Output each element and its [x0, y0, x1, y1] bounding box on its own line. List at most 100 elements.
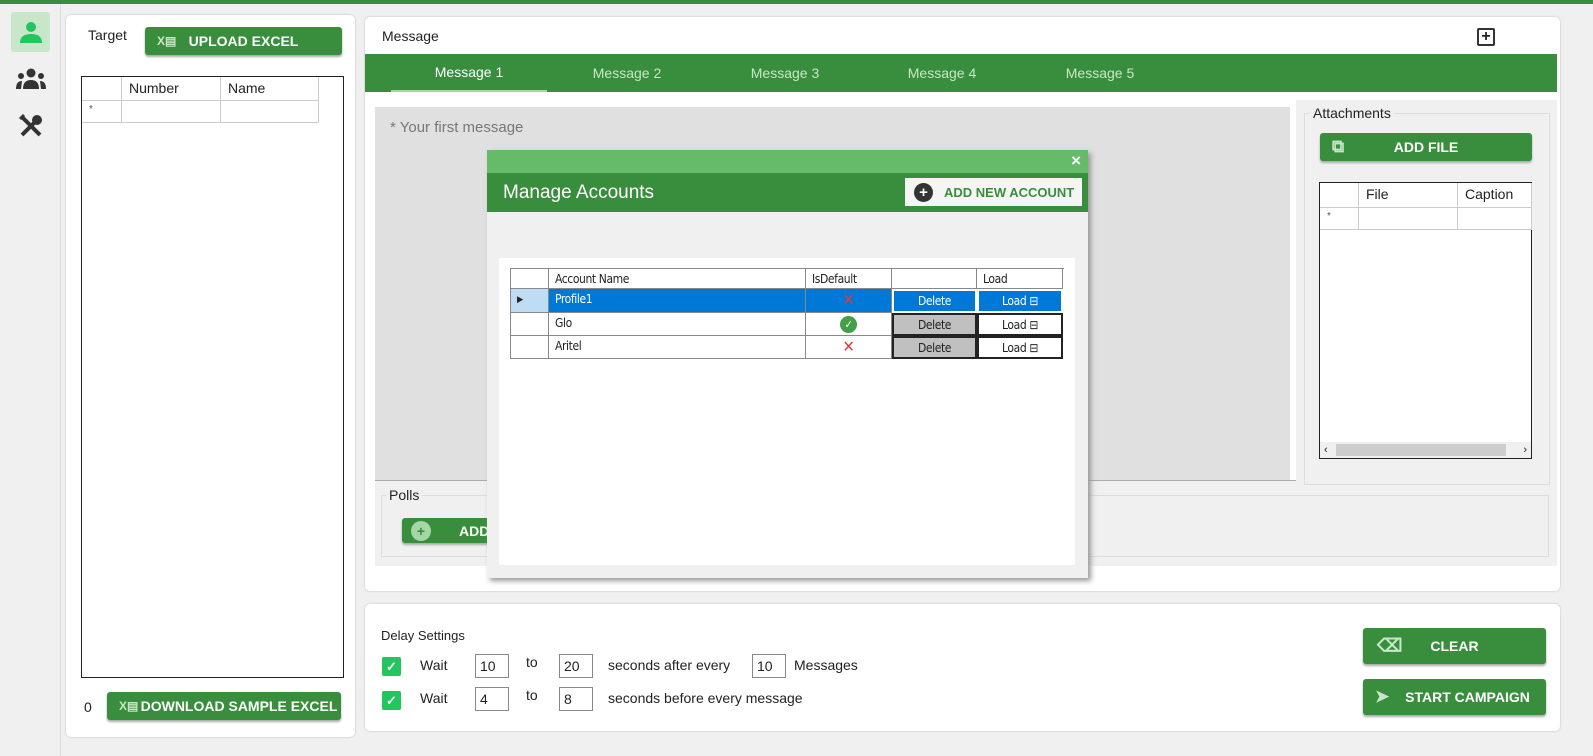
- account-name-cell[interactable]: Glo: [549, 313, 806, 336]
- per-message-max-input[interactable]: 8: [559, 687, 593, 711]
- to-label: to: [526, 687, 538, 703]
- delay-max-seconds-input[interactable]: 20: [559, 654, 593, 678]
- scrollbar-thumb[interactable]: [1336, 444, 1506, 456]
- tab-message-1[interactable]: Message 1: [391, 54, 547, 92]
- delete-account-button[interactable]: Delete: [892, 313, 977, 336]
- dialog-title: Manage Accounts: [503, 182, 655, 203]
- per-message-min-input[interactable]: 4: [475, 687, 509, 711]
- row-header[interactable]: [511, 336, 549, 359]
- add-file-button[interactable]: ⧉ ADD FILE: [1320, 133, 1532, 161]
- start-campaign-button[interactable]: ➤ START CAMPAIGN: [1363, 679, 1546, 715]
- new-row-name-cell[interactable]: [221, 101, 319, 123]
- start-campaign-label: START CAMPAIGN: [1405, 689, 1530, 705]
- column-header-number[interactable]: Number: [122, 77, 221, 101]
- clear-button[interactable]: ⌫ CLEAR: [1363, 628, 1546, 664]
- account-name-cell[interactable]: Aritel: [549, 336, 806, 359]
- default-check-icon: ✓: [840, 315, 857, 333]
- contact-count: 0: [84, 699, 92, 715]
- add-new-account-button[interactable]: + ADD NEW ACCOUNT: [905, 178, 1082, 206]
- is-default-cell[interactable]: ✓: [806, 313, 892, 336]
- load-icon: ⊟: [1029, 294, 1038, 308]
- sidebar-item-contacts[interactable]: [11, 12, 50, 52]
- attachments-grid[interactable]: File Caption * ‹ ›: [1319, 182, 1532, 459]
- new-row-file-cell[interactable]: [1359, 208, 1458, 230]
- sidebar-item-tools[interactable]: [11, 106, 50, 146]
- eraser-icon: ⌫: [1377, 635, 1403, 656]
- load-account-button[interactable]: Load ⊟: [977, 289, 1063, 313]
- accounts-grid-area: Account Name IsDefault Load ▶ Profile1 ✕…: [499, 258, 1075, 565]
- delete-account-button[interactable]: Delete: [892, 336, 977, 359]
- send-icon: ➤: [1375, 687, 1390, 706]
- column-header-caption[interactable]: Caption: [1458, 183, 1532, 208]
- message-label: Message: [382, 28, 439, 44]
- load-icon: ⊟: [1029, 340, 1038, 355]
- delay-row1-checkbox[interactable]: ✓: [382, 657, 401, 676]
- excel-icon: X▤: [157, 34, 177, 48]
- add-new-account-label: ADD NEW ACCOUNT: [944, 184, 1075, 200]
- new-row-marker: *: [82, 101, 122, 123]
- load-label: Load: [1002, 340, 1027, 355]
- tab-message-3[interactable]: Message 3: [707, 54, 863, 92]
- to-label: to: [526, 654, 538, 670]
- add-poll-label: ADD: [459, 522, 490, 539]
- column-header-isdefault[interactable]: IsDefault: [806, 269, 892, 289]
- column-header-account-name[interactable]: Account Name: [549, 269, 806, 289]
- column-header-file[interactable]: File: [1359, 183, 1458, 208]
- load-icon: ⊟: [1029, 317, 1038, 332]
- excel-icon: X▤: [119, 699, 139, 713]
- new-row-number-cell[interactable]: [122, 101, 221, 123]
- attachments-label: Attachments: [1310, 105, 1394, 121]
- tab-message-4[interactable]: Message 4: [864, 54, 1020, 92]
- load-account-button[interactable]: Load ⊟: [977, 313, 1063, 336]
- grid-corner: [1320, 183, 1359, 208]
- grid-corner: [511, 269, 549, 289]
- row-selector-icon[interactable]: ▶: [511, 289, 549, 313]
- column-header-name[interactable]: Name: [221, 77, 319, 101]
- message-placeholder: * Your first message: [390, 119, 524, 136]
- horizontal-scrollbar[interactable]: ‹ ›: [1320, 442, 1531, 458]
- not-default-x-icon[interactable]: ✕: [806, 289, 892, 313]
- wait-label: Wait: [420, 690, 448, 706]
- sidebar-item-groups[interactable]: [11, 59, 50, 99]
- load-label: Load: [1002, 294, 1027, 308]
- group-icon: [15, 68, 46, 89]
- dialog-titlebar: ×: [487, 150, 1088, 173]
- load-account-button[interactable]: Load ⊟: [977, 336, 1063, 359]
- not-default-x-icon[interactable]: ✕: [806, 336, 892, 359]
- manage-accounts-dialog: × Manage Accounts + ADD NEW ACCOUNT Accou…: [487, 150, 1088, 578]
- scroll-right-icon[interactable]: ›: [1523, 444, 1527, 456]
- account-name-cell[interactable]: Profile1: [549, 289, 806, 313]
- column-header-load[interactable]: Load: [977, 269, 1063, 289]
- load-label: Load: [1002, 317, 1027, 332]
- download-sample-label: DOWNLOAD SAMPLE EXCEL: [140, 698, 338, 714]
- accounts-table[interactable]: Account Name IsDefault Load ▶ Profile1 ✕…: [510, 268, 1064, 359]
- delete-account-button[interactable]: Delete: [892, 289, 977, 313]
- download-sample-excel-button[interactable]: X▤ DOWNLOAD SAMPLE EXCEL: [107, 692, 341, 720]
- tab-message-5[interactable]: Message 5: [1022, 54, 1178, 92]
- target-label: Target: [88, 27, 127, 43]
- message-count-input[interactable]: 10: [752, 654, 786, 678]
- upload-excel-label: UPLOAD EXCEL: [188, 33, 299, 49]
- row-header[interactable]: [511, 313, 549, 336]
- grid-corner: [82, 77, 122, 101]
- add-message-icon[interactable]: +: [1477, 28, 1495, 46]
- plus-circle-icon: +: [914, 182, 933, 202]
- polls-label: Polls: [386, 487, 423, 503]
- delay-row2-checkbox[interactable]: ✓: [382, 691, 401, 710]
- top-accent-bar: [0, 0, 1593, 4]
- seconds-before-label: seconds before every message: [608, 690, 803, 706]
- clear-label: CLEAR: [1430, 638, 1479, 654]
- delay-min-seconds-input[interactable]: 10: [475, 654, 509, 678]
- target-grid[interactable]: Number Name *: [81, 76, 344, 678]
- delay-settings-label: Delay Settings: [381, 628, 465, 643]
- external-link-icon: ⧉: [1332, 137, 1345, 156]
- scroll-left-icon[interactable]: ‹: [1324, 444, 1328, 456]
- new-row-caption-cell[interactable]: [1458, 208, 1532, 230]
- user-icon: [19, 22, 42, 43]
- close-icon[interactable]: ×: [1071, 151, 1081, 171]
- new-row-marker: *: [1320, 208, 1359, 230]
- upload-excel-button[interactable]: X▤ UPLOAD EXCEL: [145, 27, 342, 55]
- tab-message-2[interactable]: Message 2: [549, 54, 705, 92]
- messages-label: Messages: [794, 657, 858, 673]
- column-header-delete[interactable]: [892, 269, 977, 289]
